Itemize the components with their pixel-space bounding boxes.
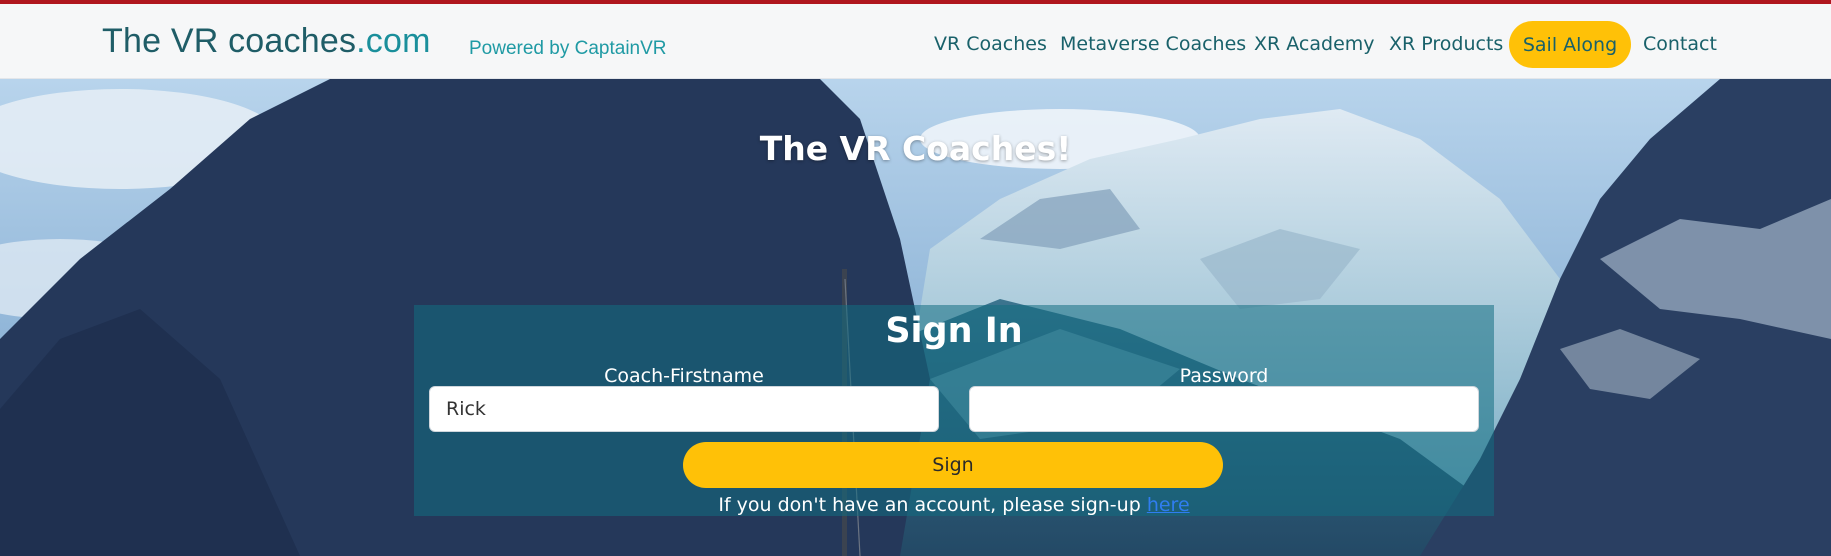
nav-xr-products[interactable]: XR Products xyxy=(1389,33,1503,55)
signin-form: Sign In Coach-Firstname Password Sign If… xyxy=(414,305,1494,516)
firstname-label: Coach-Firstname xyxy=(604,365,764,387)
brand-tld: .com xyxy=(356,22,431,60)
hero-title: The VR Coaches! xyxy=(759,129,1072,168)
nav-sail-along[interactable]: Sail Along xyxy=(1509,21,1631,68)
nav-contact[interactable]: Contact xyxy=(1643,33,1717,55)
hero-section: The VR Coaches! Sign In Coach-Firstname … xyxy=(0,79,1831,556)
signup-prompt: If you don't have an account, please sig… xyxy=(414,494,1494,516)
signin-title: Sign In xyxy=(885,311,1023,351)
navbar: The VR coaches.com Powered by CaptainVR … xyxy=(0,4,1831,79)
password-label: Password xyxy=(1179,365,1269,387)
brand-main: The VR coaches xyxy=(102,22,357,60)
signup-prompt-text: If you don't have an account, please sig… xyxy=(718,494,1147,516)
password-input[interactable] xyxy=(969,386,1479,432)
firstname-input[interactable] xyxy=(429,386,939,432)
powered-by-tagline: Powered by CaptainVR xyxy=(469,38,667,59)
site-logo[interactable]: The VR coaches.com xyxy=(102,22,431,61)
nav-metaverse-coaches[interactable]: Metaverse Coaches xyxy=(1060,33,1246,55)
nav-xr-academy[interactable]: XR Academy xyxy=(1254,33,1375,55)
sign-button[interactable]: Sign xyxy=(683,442,1223,488)
nav-vr-coaches[interactable]: VR Coaches xyxy=(934,33,1047,55)
signup-link[interactable]: here xyxy=(1147,494,1190,516)
